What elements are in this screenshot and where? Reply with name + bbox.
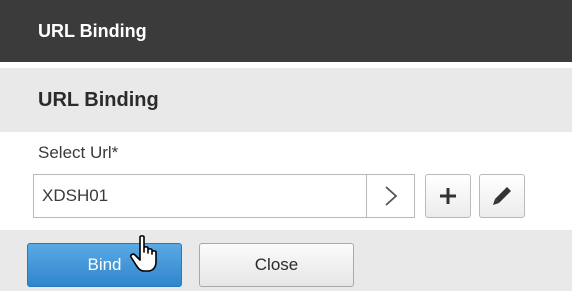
plus-icon <box>440 188 456 204</box>
close-button[interactable]: Close <box>199 243 354 287</box>
dialog-title: URL Binding <box>38 20 147 41</box>
section-header: URL Binding <box>0 68 572 132</box>
chevron-right-icon <box>384 186 397 206</box>
url-select-open-button[interactable] <box>366 175 414 217</box>
close-button-label: Close <box>254 255 299 274</box>
add-url-button[interactable] <box>425 174 471 218</box>
bind-button-label: Bind <box>87 255 122 274</box>
hand-pointer-icon <box>130 235 157 272</box>
edit-url-button[interactable] <box>479 174 525 218</box>
section-title: URL Binding <box>38 88 159 111</box>
url-select[interactable]: XDSH01 <box>33 174 415 218</box>
url-select-value: XDSH01 <box>42 186 109 205</box>
pencil-icon <box>493 187 511 205</box>
select-url-label: Select Url* <box>38 143 119 162</box>
dialog-titlebar: URL Binding <box>0 0 572 62</box>
